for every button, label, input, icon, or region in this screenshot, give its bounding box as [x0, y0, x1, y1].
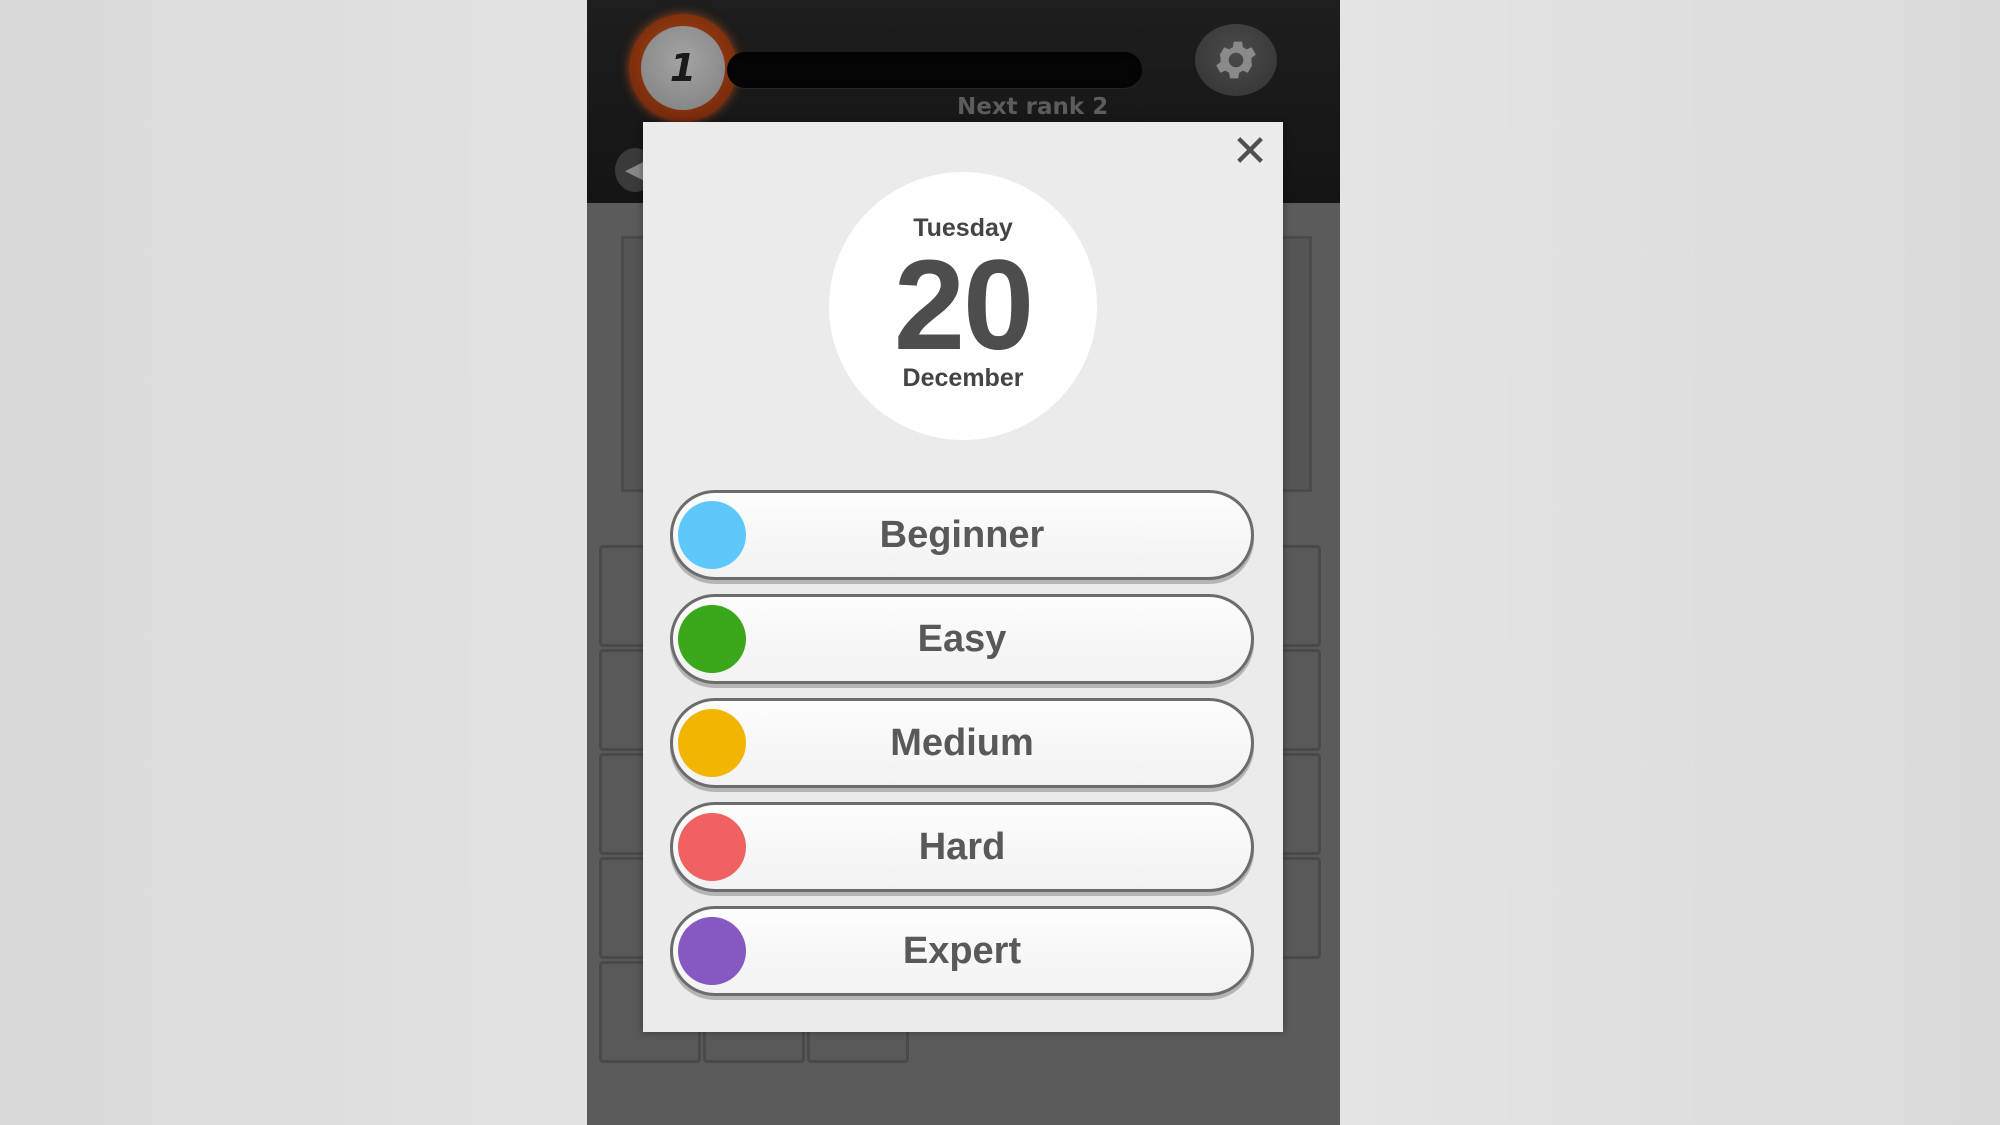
gear-icon [1216, 41, 1256, 79]
rank-number: 1 [641, 26, 725, 110]
difficulty-button-expert[interactable]: Expert [670, 906, 1254, 996]
arrow-left-icon: ◀ [625, 155, 645, 185]
close-button[interactable]: ✕ [1225, 125, 1275, 177]
difficulty-label: Medium [890, 721, 1034, 764]
daily-challenge-dialog: ✕ Tuesday 20 December Beginner Easy Medi… [643, 122, 1283, 1032]
difficulty-list: Beginner Easy Medium Hard Expert [670, 490, 1254, 1010]
difficulty-label: Beginner [879, 513, 1045, 556]
date-day: 20 [893, 234, 1034, 377]
difficulty-button-medium[interactable]: Medium [670, 698, 1254, 788]
date-badge: Tuesday 20 December [829, 172, 1097, 440]
difficulty-label: Easy [917, 617, 1007, 660]
close-icon: ✕ [1231, 125, 1269, 177]
difficulty-label: Expert [902, 929, 1022, 972]
date-month: December [902, 364, 1024, 392]
settings-button[interactable] [1195, 24, 1277, 96]
rank-progress-bar [727, 52, 1142, 88]
difficulty-button-beginner[interactable]: Beginner [670, 490, 1254, 580]
difficulty-label: Hard [918, 825, 1006, 868]
rank-badge: 1 [629, 14, 737, 122]
difficulty-button-hard[interactable]: Hard [670, 802, 1254, 892]
difficulty-button-easy[interactable]: Easy [670, 594, 1254, 684]
next-rank-label: Next rank 2 [957, 94, 1109, 120]
